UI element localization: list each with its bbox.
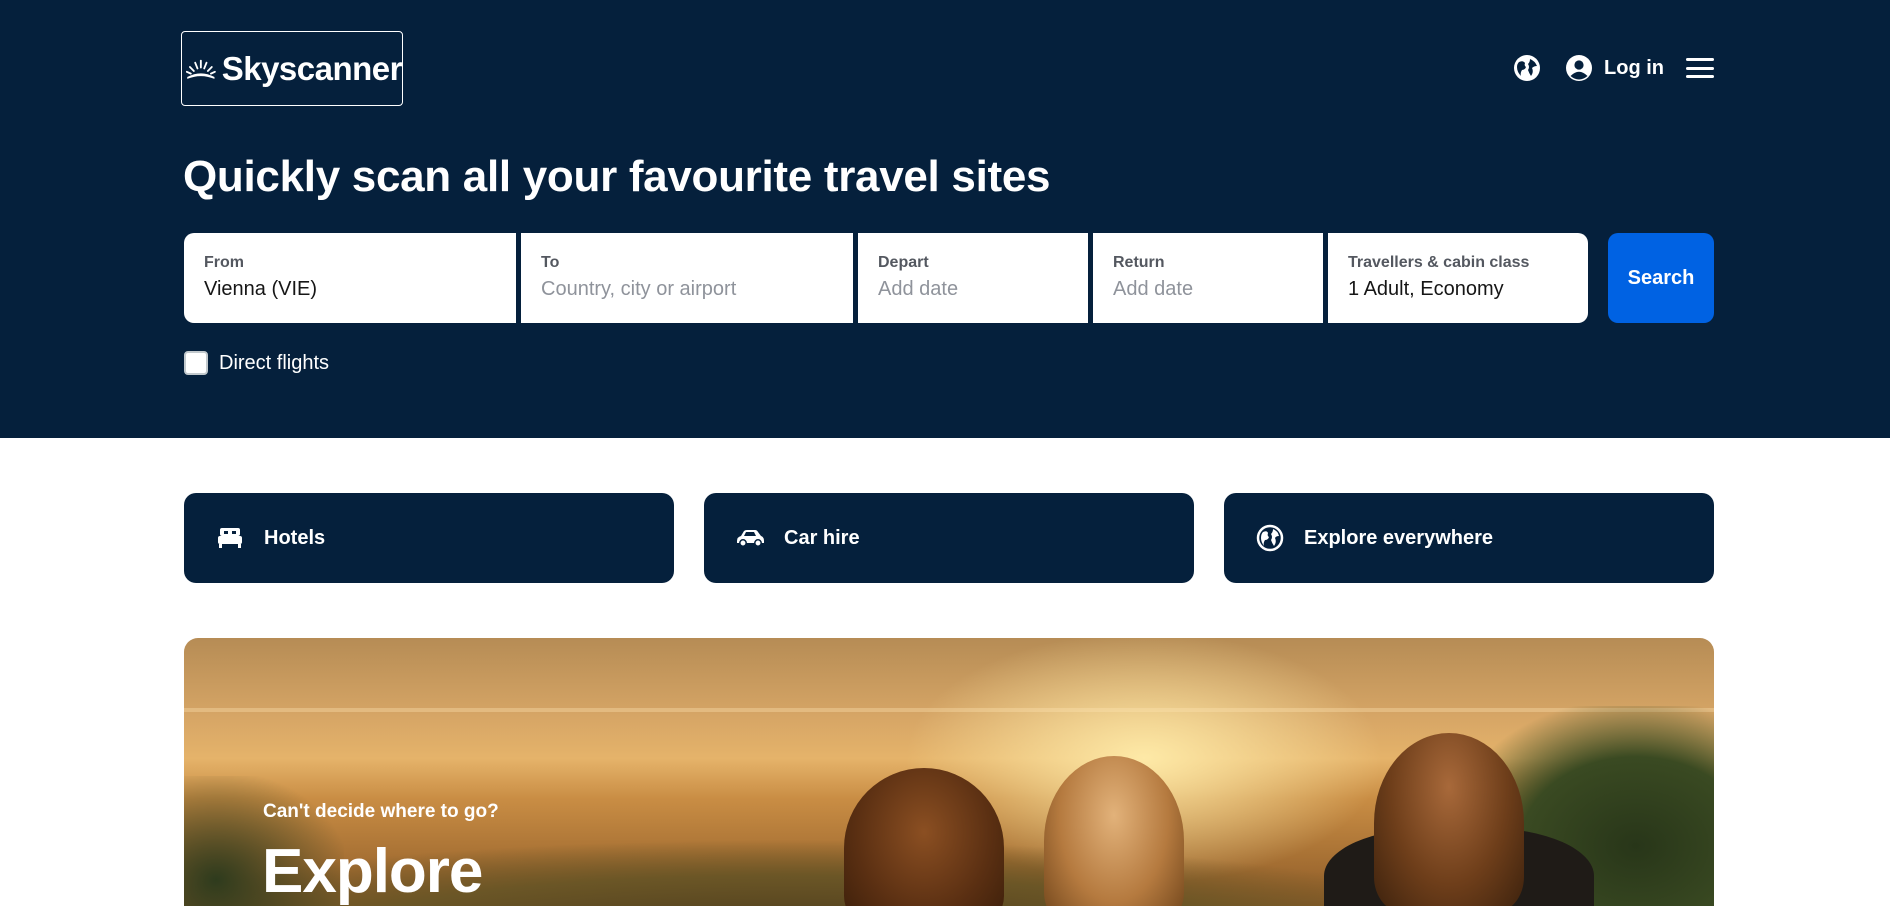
return-label: Return — [1113, 254, 1165, 271]
travellers-label: Travellers & cabin class — [1348, 254, 1530, 271]
hotels-card[interactable]: Hotels — [184, 493, 674, 583]
language-globe-icon[interactable] — [1513, 54, 1541, 82]
return-placeholder: Add date — [1113, 278, 1194, 300]
car-hire-label: Car hire — [784, 526, 860, 549]
person-silhouette — [1044, 756, 1184, 906]
travellers-value: 1 Adult, Economy — [1348, 278, 1504, 300]
direct-flights-label: Direct flights — [219, 351, 330, 374]
depart-date-field[interactable]: Depart Add date — [858, 233, 1088, 323]
depart-placeholder: Add date — [878, 278, 959, 300]
person-silhouette — [1374, 733, 1524, 906]
globe-icon — [1254, 524, 1286, 552]
from-value: Vienna (VIE) — [204, 278, 318, 300]
direct-flights-checkbox[interactable] — [184, 351, 208, 375]
direct-flights-option[interactable]: Direct flights — [184, 351, 329, 375]
banner-title: Explore — [262, 837, 483, 906]
hero-section: Skyscanner Log in Quickly scan all your … — [0, 0, 1890, 438]
login-label: Log in — [1604, 56, 1664, 79]
skyscanner-logo[interactable]: Skyscanner — [181, 31, 403, 106]
car-hire-card[interactable]: Car hire — [704, 493, 1194, 583]
user-account-icon — [1566, 55, 1593, 81]
explore-everywhere-label: Explore everywhere — [1304, 526, 1493, 549]
search-button[interactable]: Search — [1608, 233, 1714, 323]
car-icon — [734, 524, 766, 552]
brand-name: Skyscanner — [221, 49, 403, 87]
top-navigation: Log in — [1513, 50, 1714, 86]
to-label: To — [541, 254, 560, 271]
travellers-cabin-field[interactable]: Travellers & cabin class 1 Adult, Econom… — [1328, 233, 1588, 323]
page-headline: Quickly scan all your favourite travel s… — [183, 152, 1051, 201]
flight-search-form: From Vienna (VIE) To Country, city or ai… — [184, 233, 1588, 323]
return-date-field[interactable]: Return Add date — [1093, 233, 1323, 323]
explore-promo-banner[interactable]: Can't decide where to go? Explore — [184, 638, 1714, 906]
explore-everywhere-card[interactable]: Explore everywhere — [1224, 493, 1714, 583]
from-field[interactable]: From Vienna (VIE) — [184, 233, 516, 323]
bed-icon — [214, 524, 246, 552]
person-silhouette — [844, 768, 1004, 906]
login-button[interactable]: Log in — [1565, 54, 1664, 82]
to-placeholder: Country, city or airport — [541, 278, 737, 300]
hotels-label: Hotels — [264, 526, 326, 549]
sunrise-logo-icon — [186, 59, 216, 79]
to-field[interactable]: To Country, city or airport — [521, 233, 853, 323]
hamburger-menu-icon[interactable] — [1686, 56, 1714, 80]
banner-kicker: Can't decide where to go? — [263, 801, 499, 822]
from-label: From — [204, 254, 244, 271]
depart-label: Depart — [878, 254, 929, 271]
